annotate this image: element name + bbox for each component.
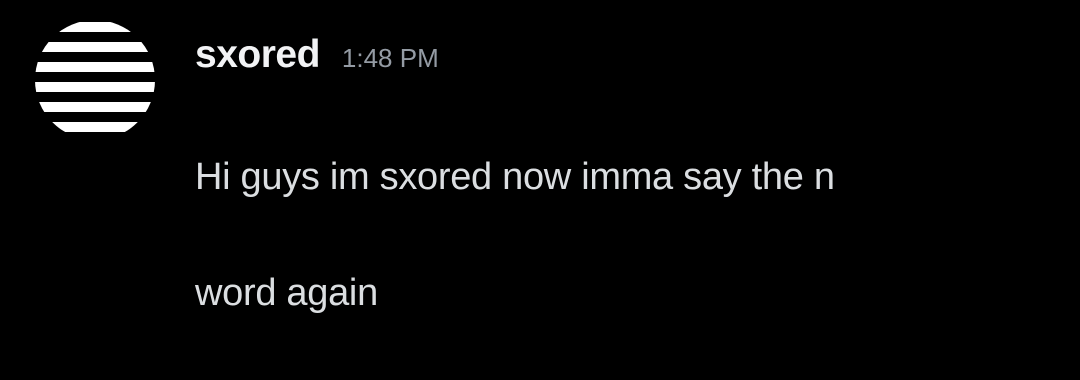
message-header: sxored 1:48 PM <box>195 30 439 80</box>
message-content: Hi guys im sxored now imma say the n wor… <box>195 90 995 380</box>
chat-message: sxored 1:48 PM Hi guys im sxored now imma… <box>0 0 1080 314</box>
message-line: word again <box>195 272 378 314</box>
user-avatar[interactable] <box>35 20 155 140</box>
message-timestamp: 1:48 PM <box>341 43 439 73</box>
message-line: Hi guys im sxored now imma say the n <box>195 156 835 198</box>
username[interactable]: sxored <box>195 33 320 76</box>
striped-avatar-icon <box>35 20 155 140</box>
